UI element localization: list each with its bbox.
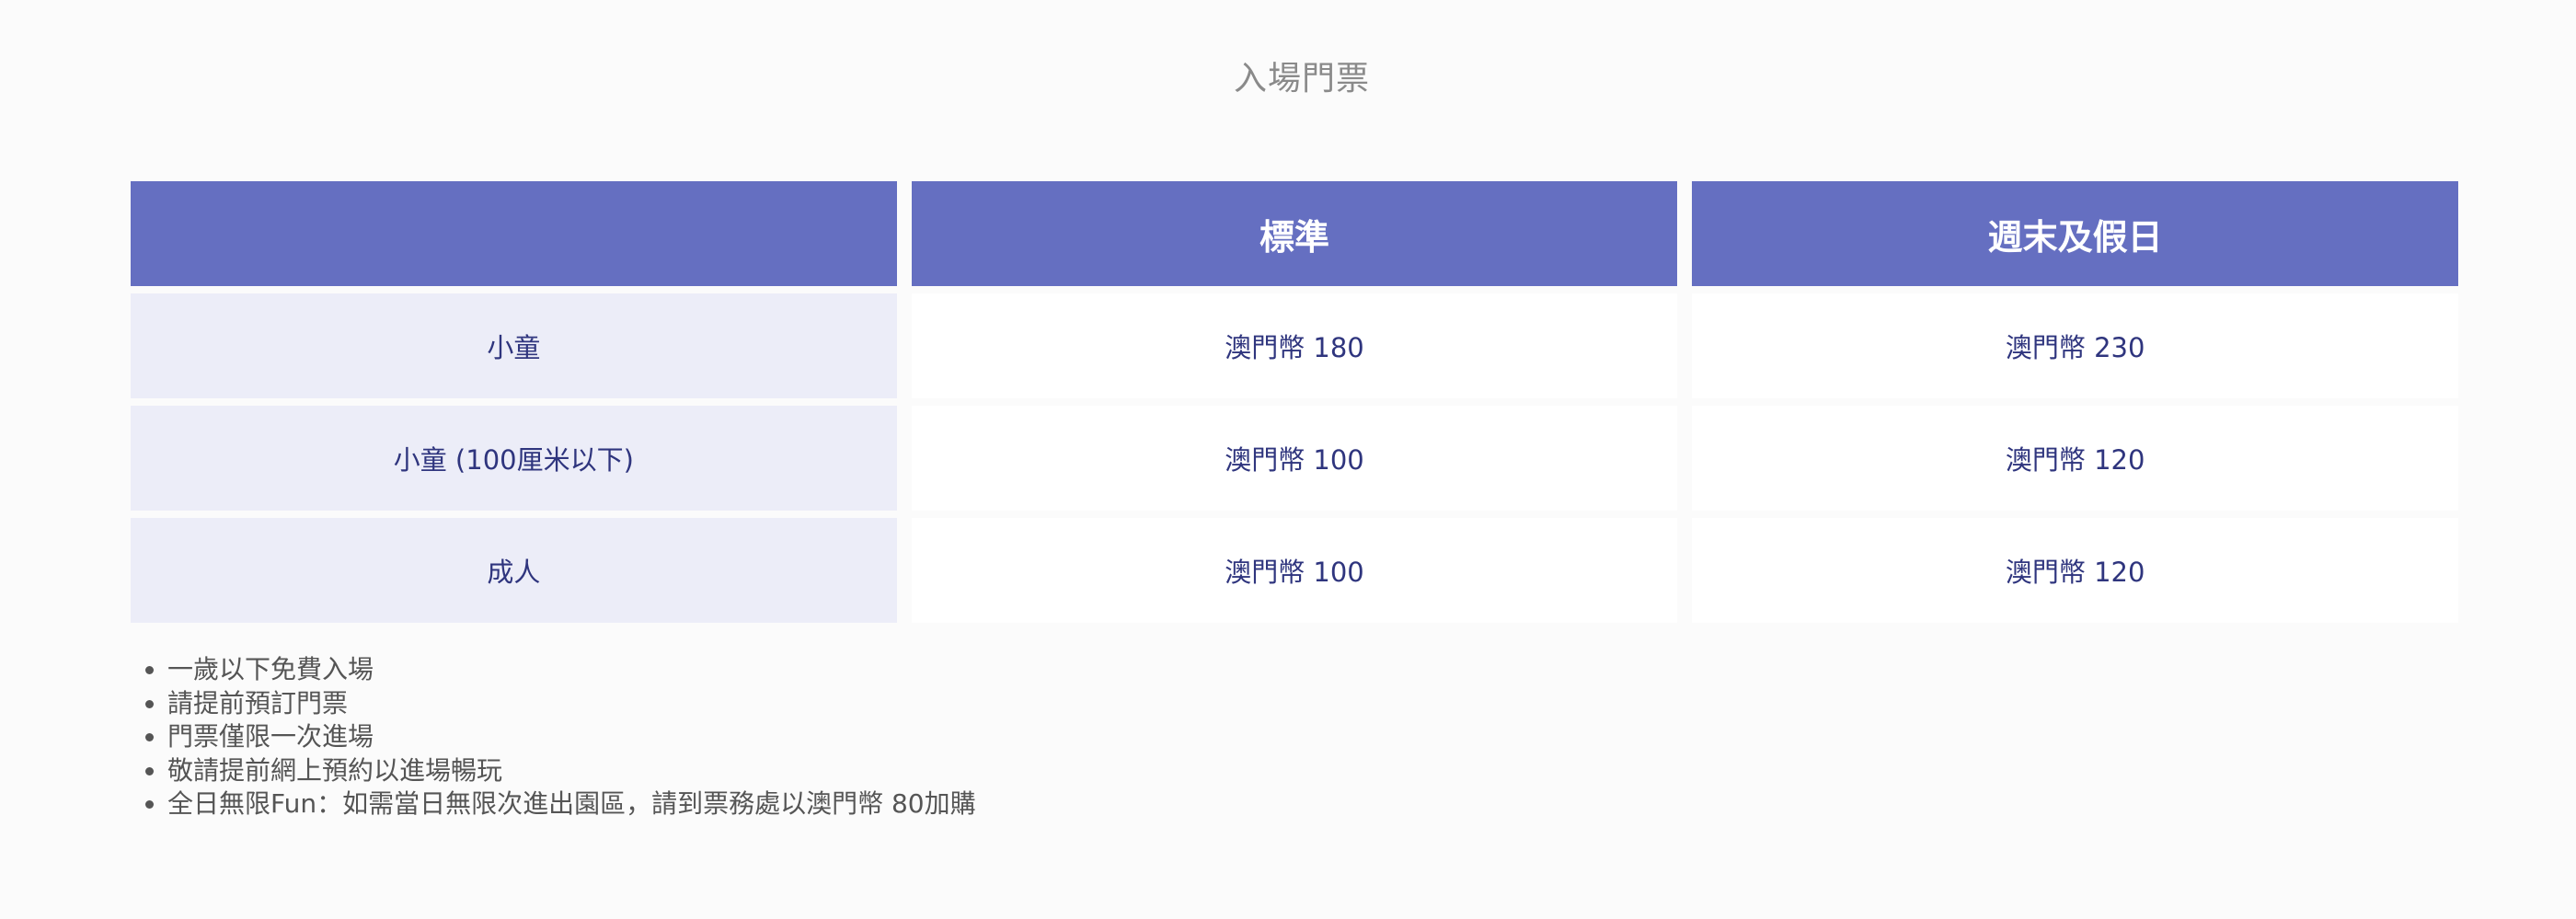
table-row: 成人 澳門幣 100 澳門幣 120 [131,518,2458,623]
table-row: 小童 (100厘米以下) 澳門幣 100 澳門幣 120 [131,406,2458,511]
price-standard: 澳門幣 100 [911,406,1678,511]
list-item: 門票僅限一次進場 [167,720,976,754]
page-title: 入場門票 [1233,60,1370,98]
table-row: 小童 澳門幣 180 澳門幣 230 [131,293,2458,398]
header-cell-weekend: 週末及假日 [1692,181,2458,286]
header-cell-empty [131,181,897,286]
list-item: 一歲以下免費入場 [167,653,976,687]
list-item: 全日無限Fun：如需當日無限次進出園區，請到票務處以澳門幣 80加購 [167,787,976,821]
notes-list: 一歲以下免費入場 請提前預訂門票 門票僅限一次進場 敬請提前網上預約以進場暢玩 … [123,653,976,821]
ticket-price-table: 標準 週末及假日 小童 澳門幣 180 澳門幣 230 小童 (100厘米以下)… [116,174,2473,630]
list-item: 敬請提前網上預約以進場暢玩 [167,754,976,788]
list-item: 請提前預訂門票 [167,687,976,721]
price-weekend: 澳門幣 230 [1692,293,2458,398]
price-standard: 澳門幣 100 [911,518,1678,623]
price-weekend: 澳門幣 120 [1692,518,2458,623]
header-cell-standard: 標準 [911,181,1678,286]
price-weekend: 澳門幣 120 [1692,406,2458,511]
row-label-adult: 成人 [131,518,897,623]
row-label-child: 小童 [131,293,897,398]
row-label-child-under-100cm: 小童 (100厘米以下) [131,406,897,511]
price-standard: 澳門幣 180 [911,293,1678,398]
table-header-row: 標準 週末及假日 [131,181,2458,286]
